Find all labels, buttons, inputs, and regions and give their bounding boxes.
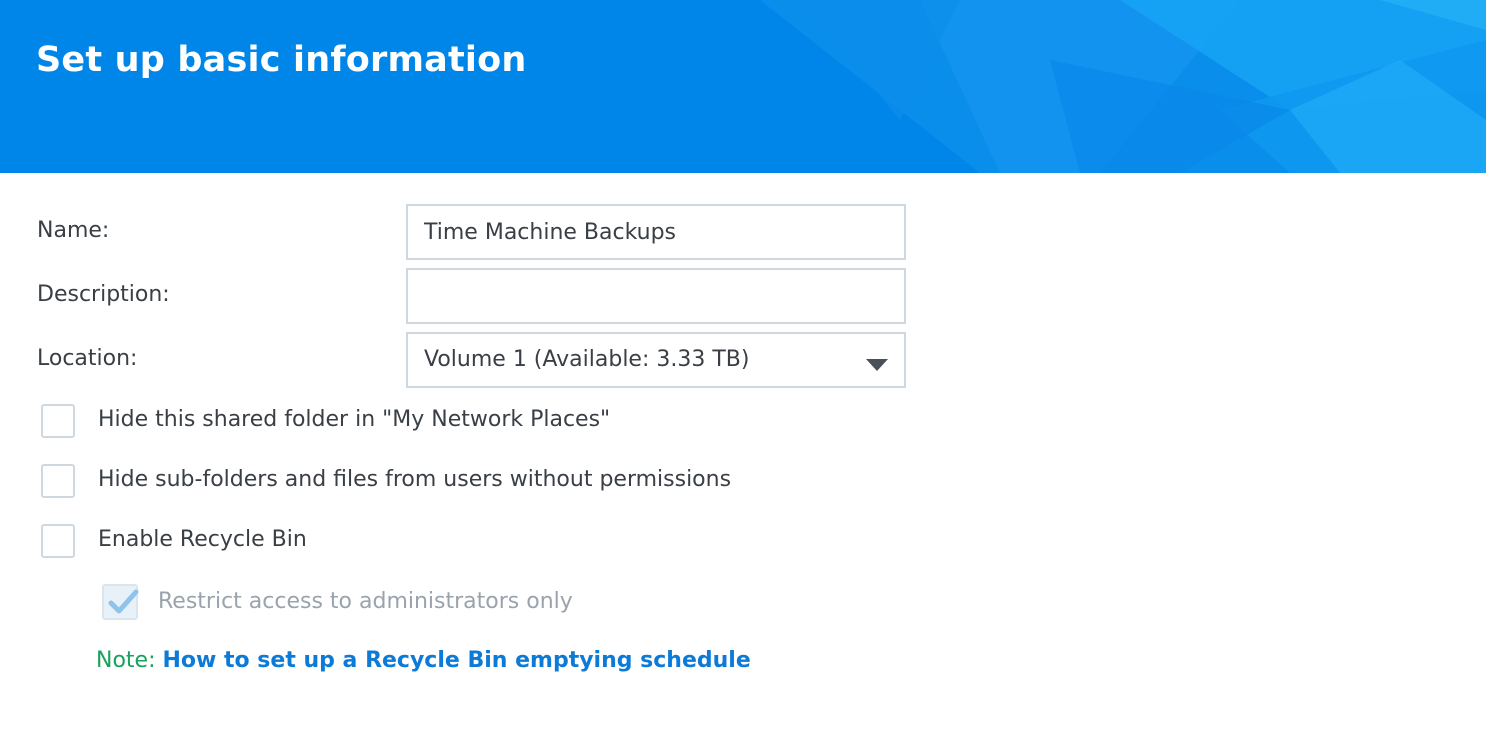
- setup-basic-info-page: Set up basic information Name: Descripti…: [0, 0, 1486, 732]
- hide-subfolders-label: Hide sub-folders and files from users wi…: [98, 467, 732, 492]
- header-banner: Set up basic information: [0, 0, 1486, 173]
- description-label: Description:: [37, 282, 170, 307]
- recycle-bin-label: Enable Recycle Bin: [98, 527, 307, 552]
- location-label: Location:: [37, 346, 138, 371]
- caret-down-icon[interactable]: [866, 356, 888, 375]
- note-prefix: Note:: [96, 648, 156, 673]
- name-input[interactable]: [406, 204, 906, 260]
- recycle-bin-schedule-link[interactable]: How to set up a Recycle Bin emptying sch…: [163, 648, 751, 673]
- description-input[interactable]: [406, 268, 906, 324]
- recycle-bin-note: Note: How to set up a Recycle Bin emptyi…: [96, 648, 751, 673]
- location-selected-value: Volume 1 (Available: 3.33 TB): [424, 347, 750, 372]
- restrict-admin-checkbox: [102, 584, 139, 620]
- hide-folder-label: Hide this shared folder in "My Network P…: [98, 407, 611, 432]
- header-background-graphic: [0, 0, 1486, 173]
- page-title: Set up basic information: [36, 40, 527, 80]
- recycle-bin-checkbox[interactable]: [41, 524, 75, 558]
- hide-folder-checkbox[interactable]: [41, 404, 75, 438]
- checkmark-icon: [108, 589, 139, 614]
- location-select[interactable]: Volume 1 (Available: 3.33 TB): [406, 332, 906, 388]
- name-label: Name:: [37, 218, 110, 243]
- hide-subfolders-checkbox[interactable]: [41, 464, 75, 498]
- restrict-admin-label: Restrict access to administrators only: [158, 589, 573, 614]
